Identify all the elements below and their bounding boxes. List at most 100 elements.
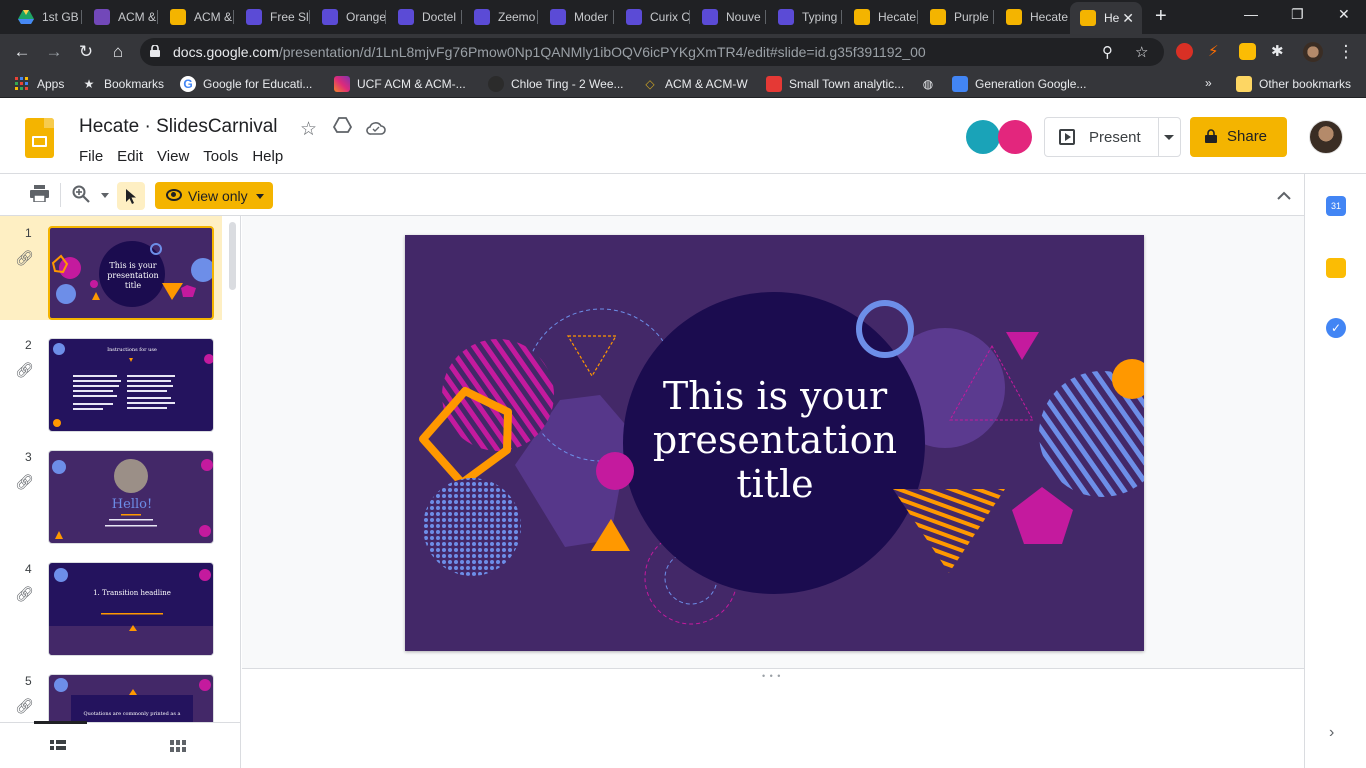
cloud-status-icon[interactable] <box>366 119 386 141</box>
bookmarks-overflow-button[interactable]: » <box>1205 76 1212 90</box>
slide-thumbnail-item[interactable]: 3 🔗︎ Hello! <box>0 440 222 544</box>
bookmark-other[interactable]: Other bookmarks <box>1236 76 1351 92</box>
minimize-button[interactable]: — <box>1244 6 1258 22</box>
slide-thumbnail[interactable]: 1. Transition headline <box>48 562 214 656</box>
browser-tab[interactable]: Doctel <box>388 4 462 30</box>
bookmark-acm-acmw[interactable]: ◇ ACM & ACM-W <box>642 76 747 92</box>
calendar-icon[interactable]: 31 <box>1326 196 1346 216</box>
link-icon: 🔗︎ <box>15 586 35 603</box>
bookmark-bookmarks[interactable]: ★ Bookmarks <box>81 76 164 92</box>
bookmark-small-town[interactable]: Small Town analytic... <box>766 76 904 92</box>
browser-tab[interactable]: Orange <box>312 4 386 30</box>
collaborator-avatar[interactable] <box>998 120 1032 154</box>
keep-icon[interactable] <box>1326 258 1346 278</box>
select-tool-button[interactable] <box>117 182 145 210</box>
browser-tab[interactable]: Free Sl <box>236 4 310 30</box>
extension-bolt-icon[interactable]: ⚡ <box>1208 43 1225 60</box>
slide-thumbnail[interactable]: This is your presentation title <box>48 226 214 320</box>
account-avatar[interactable] <box>1309 120 1343 154</box>
zoom-chevron-down-icon[interactable] <box>101 193 109 198</box>
close-window-button[interactable]: ✕ <box>1338 6 1350 23</box>
browser-tab[interactable]: Purple <box>920 4 994 30</box>
browser-toolbar: ← → ↻ ⌂ docs.google.com/presentation/d/1… <box>0 34 1366 70</box>
site-icon <box>626 9 642 25</box>
menu-file[interactable]: File <box>79 148 103 165</box>
link-icon: 🔗︎ <box>15 698 35 715</box>
profile-avatar[interactable] <box>1303 42 1323 62</box>
back-button[interactable]: ← <box>12 42 32 62</box>
close-tab-icon[interactable]: ✕ <box>1122 10 1134 27</box>
folder-icon <box>1236 76 1252 92</box>
link-icon: 🔗︎ <box>15 250 35 267</box>
site-icon <box>550 9 566 25</box>
slide-thumbnail[interactable]: Hello! <box>48 450 214 544</box>
browser-tab[interactable]: Nouve <box>692 4 766 30</box>
forward-button[interactable]: → <box>44 42 64 62</box>
google-icon: G <box>180 76 196 92</box>
expand-panel-chevron-right-icon[interactable]: › <box>1329 724 1334 742</box>
slide-title[interactable]: This is your presentation title <box>630 374 920 506</box>
slide-thumbnail-item[interactable]: 2 🔗︎ Instructions for use <box>0 328 222 432</box>
menu-tools[interactable]: Tools <box>203 148 238 165</box>
new-tab-button[interactable]: + <box>1155 5 1167 28</box>
present-options-chevron-icon[interactable] <box>1164 135 1174 140</box>
browser-tab[interactable]: Zeemo <box>464 4 538 30</box>
bookmark-ucf-acm[interactable]: UCF ACM & ACM-... <box>334 76 466 92</box>
browser-tab[interactable]: 1st GB <box>8 4 82 30</box>
browser-tab[interactable]: Moder <box>540 4 614 30</box>
site-icon <box>398 9 414 25</box>
filmstrip-scrollbar[interactable] <box>229 222 236 290</box>
browser-tab[interactable]: Curix C <box>616 4 690 30</box>
zoom-icon[interactable]: ⚲ <box>1102 43 1113 61</box>
collapse-toolbar-chevron-up-icon[interactable] <box>1277 186 1291 206</box>
browser-tab[interactable]: Typing <box>768 4 842 30</box>
speaker-notes[interactable]: • • • <box>242 668 1304 768</box>
document-title[interactable]: Hecate · SlidesCarnival <box>79 116 278 138</box>
extensions-puzzle-icon[interactable]: ✱ <box>1271 43 1288 60</box>
bookmark-chloe-ting[interactable]: Chloe Ting - 2 Wee... <box>488 76 624 92</box>
maximize-button[interactable]: ❐ <box>1291 6 1304 23</box>
address-bar[interactable]: docs.google.com/presentation/d/1LnL8mjvF… <box>140 38 1164 66</box>
bookmark-apps[interactable]: Apps <box>14 76 64 92</box>
bookmark-generation-google[interactable]: Generation Google... <box>952 76 1086 92</box>
share-button[interactable]: Share <box>1190 117 1287 157</box>
slide-thumbnail-item[interactable]: 1 🔗︎ This is your presentation title <box>0 216 222 320</box>
browser-menu-icon[interactable]: ⋮ <box>1336 42 1356 62</box>
app-header: Hecate · SlidesCarnival ☆ File Edit View… <box>0 98 1366 174</box>
zoom-icon[interactable] <box>72 185 90 208</box>
slide-canvas-area: This is your presentation title <box>242 216 1304 668</box>
url-text: docs.google.com/presentation/d/1LnL8mjvF… <box>173 44 926 60</box>
present-button[interactable]: Present <box>1044 117 1181 157</box>
menu-edit[interactable]: Edit <box>117 148 143 165</box>
menu-help[interactable]: Help <box>252 148 283 165</box>
reload-button[interactable]: ↻ <box>76 42 96 62</box>
slides-logo-icon[interactable] <box>25 118 54 158</box>
bookmark-globe[interactable]: ◍ <box>920 76 943 92</box>
drive-move-icon[interactable] <box>332 117 353 140</box>
menu-view[interactable]: View <box>157 148 189 165</box>
star-icon[interactable]: ☆ <box>300 118 317 141</box>
grid-view-icon[interactable] <box>170 739 186 757</box>
filmstrip-view-icon[interactable] <box>50 739 66 757</box>
extension-stop-icon[interactable] <box>1176 43 1193 60</box>
tasks-icon[interactable]: ✓ <box>1326 318 1346 338</box>
collaborator-avatar[interactable] <box>966 120 1000 154</box>
bookmark-google-education[interactable]: G Google for Educati... <box>180 76 312 92</box>
current-slide[interactable]: This is your presentation title <box>405 235 1144 651</box>
browser-tab[interactable]: ACM & <box>160 4 234 30</box>
browser-tab[interactable]: ACM & <box>84 4 158 30</box>
extension-notes-icon[interactable] <box>1239 43 1256 60</box>
cursor-icon <box>126 189 136 204</box>
resize-handle[interactable]: • • • <box>762 671 781 681</box>
slide-thumbnail-item[interactable]: 4 🔗︎ 1. Transition headline <box>0 552 222 656</box>
browser-tab[interactable]: Hecate <box>996 4 1070 30</box>
link-icon: 🔗︎ <box>15 362 35 379</box>
browser-tab-active[interactable]: He ✕ <box>1070 2 1142 34</box>
browser-tab[interactable]: Hecate <box>844 4 918 30</box>
drive-icon <box>18 9 34 25</box>
view-only-dropdown[interactable]: View only <box>155 182 273 209</box>
slide-thumbnail[interactable]: Instructions for use <box>48 338 214 432</box>
home-button[interactable]: ⌂ <box>108 42 128 62</box>
print-icon[interactable] <box>30 185 49 207</box>
bookmark-star-icon[interactable]: ☆ <box>1135 43 1148 61</box>
